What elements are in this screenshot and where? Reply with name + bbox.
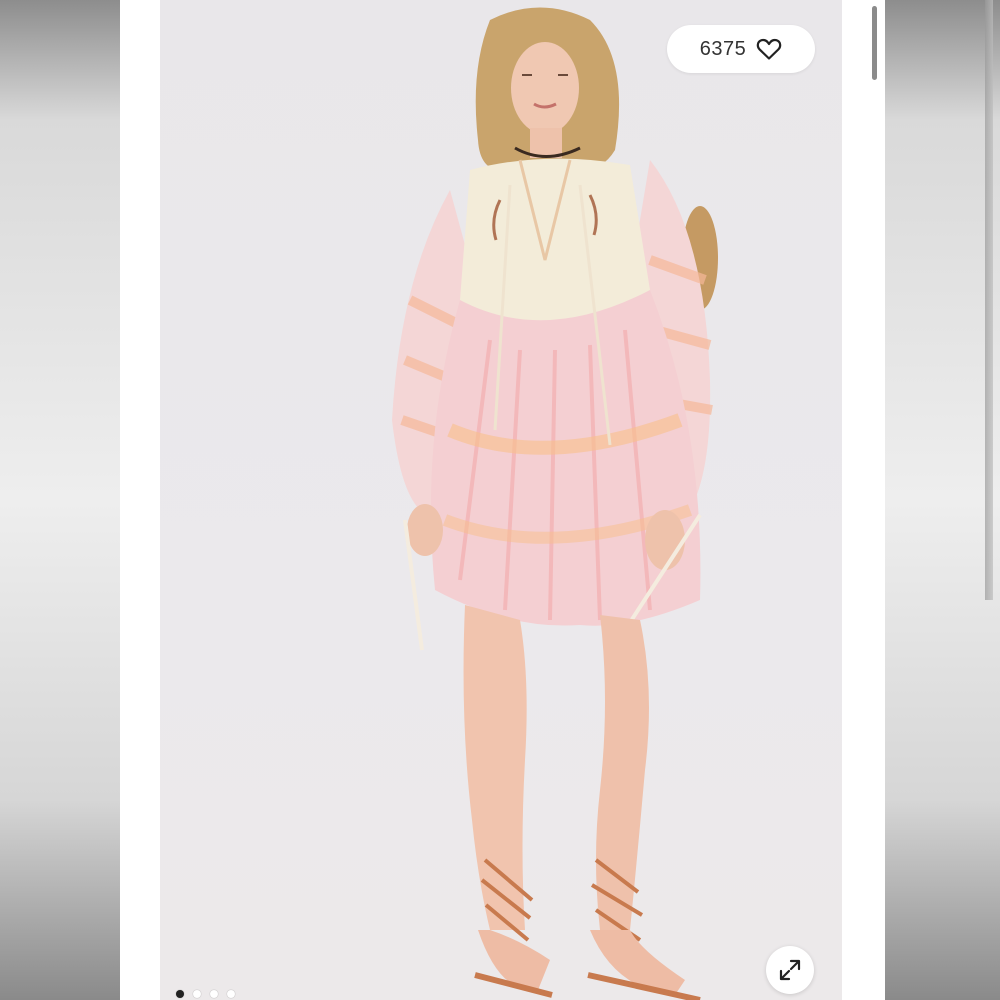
expand-arrows-icon [779,959,801,981]
expand-button[interactable] [766,946,814,994]
like-button[interactable]: 6375 [667,25,815,73]
left-leg-shape [463,605,527,930]
carousel-dot-3[interactable] [210,990,218,998]
product-photo[interactable] [160,0,842,1000]
right-edge-bar [985,0,993,600]
heart-icon [756,38,782,60]
right-blurred-border [885,0,1000,1000]
right-leg-shape [596,615,649,930]
carousel-dots [176,990,235,998]
left-blurred-border [0,0,120,1000]
carousel-dot-1[interactable] [176,990,184,998]
carousel-dot-4[interactable] [227,990,235,998]
scroll-indicator[interactable] [872,6,877,80]
face-shape [511,42,579,134]
left-frame [120,0,160,1000]
carousel-dot-2[interactable] [193,990,201,998]
model-illustration [392,7,718,1000]
right-frame [842,0,885,1000]
likes-count: 6375 [699,37,747,60]
